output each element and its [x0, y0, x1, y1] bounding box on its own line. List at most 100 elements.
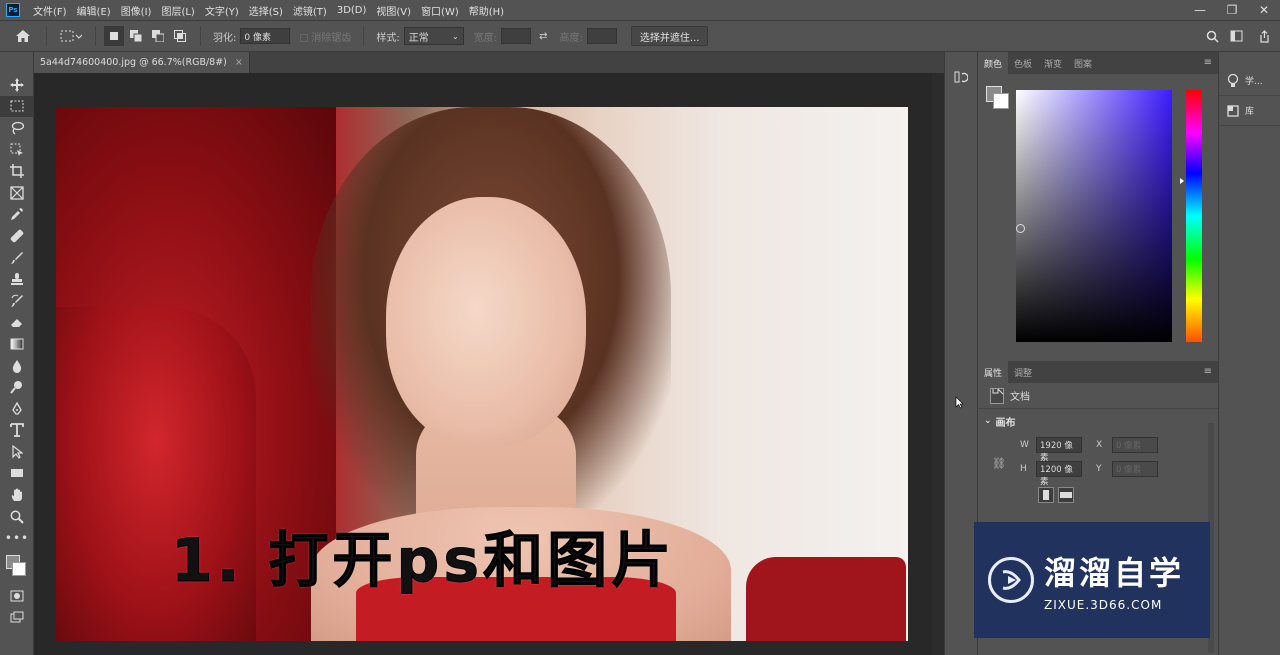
share-button[interactable] [1254, 26, 1274, 46]
gradient-tool[interactable] [0, 333, 34, 355]
select-and-mask-button[interactable]: 选择并遮住... [630, 26, 709, 46]
workspace-button[interactable] [1228, 26, 1248, 46]
canvas-y-input[interactable]: 0 像素 [1112, 461, 1158, 477]
sofa-right-shape [746, 557, 906, 641]
home-button[interactable] [8, 21, 38, 51]
add-selection-button[interactable] [126, 26, 146, 46]
color-panel-background-swatch[interactable] [993, 93, 1009, 109]
lasso-tool[interactable] [0, 117, 34, 139]
menu-window[interactable]: 窗口(W) [416, 3, 464, 18]
menu-layer[interactable]: 图层(L) [156, 3, 199, 18]
libraries-icon [1227, 104, 1239, 117]
background-color-swatch[interactable] [12, 562, 26, 577]
canvas-height-input[interactable]: 1200 像素 [1036, 461, 1082, 487]
edit-toolbar-button[interactable]: ••• [0, 527, 34, 549]
type-icon [10, 423, 24, 438]
portrait-button[interactable] [1038, 487, 1054, 503]
bandage-icon [10, 229, 24, 243]
menu-3d[interactable]: 3D(D) [332, 5, 372, 16]
color-field[interactable] [1016, 90, 1172, 342]
height-label: 高度: [559, 32, 583, 44]
menu-type[interactable]: 文字(Y) [200, 3, 244, 18]
intersect-selection-button[interactable] [170, 26, 190, 46]
height-input[interactable] [586, 28, 617, 44]
tab-color[interactable]: 颜色 [978, 52, 1009, 74]
dodge-icon [10, 381, 22, 394]
color-swatches[interactable] [0, 549, 34, 585]
tool-preset-picker[interactable] [55, 25, 87, 47]
history-panel-button[interactable] [950, 66, 972, 88]
close-button[interactable]: ✕ [1248, 0, 1280, 20]
swap-dimensions-icon[interactable]: ⇄ [539, 31, 547, 42]
rectangle-tool[interactable] [0, 463, 34, 485]
landscape-button[interactable] [1058, 487, 1074, 503]
document-tab[interactable]: 5a44d74600400.jpg @ 66.7%(RGB/8#) × [34, 52, 250, 73]
type-tool[interactable] [0, 420, 34, 442]
document-image[interactable]: 1. 打开ps和图片 [56, 107, 908, 641]
rect-marquee-tool[interactable] [0, 95, 34, 118]
canvas-section-header[interactable]: ⌄ 画布 [978, 409, 1218, 433]
object-selection-tool[interactable] [0, 139, 34, 161]
vertical-scrollbar[interactable] [932, 73, 944, 655]
new-selection-icon [110, 32, 118, 40]
tab-properties[interactable]: 属性 [978, 361, 1009, 383]
menu-file[interactable]: 文件(F) [28, 3, 72, 18]
history-brush-tool[interactable] [0, 290, 34, 312]
minimize-button[interactable]: — [1184, 0, 1216, 20]
width-input[interactable] [501, 28, 532, 44]
eyedropper-tool[interactable] [0, 204, 34, 226]
zoom-tool[interactable] [0, 506, 34, 528]
search-button[interactable] [1202, 26, 1222, 46]
hue-marker[interactable] [1180, 178, 1184, 184]
tab-adjustments[interactable]: 调整 [1008, 361, 1038, 383]
pen-tool[interactable] [0, 398, 34, 420]
hue-slider[interactable] [1186, 90, 1202, 342]
link-icon[interactable]: ⛓ [992, 457, 1006, 470]
panel-menu-icon[interactable]: ≡ [1204, 366, 1212, 377]
panel-menu-icon[interactable]: ≡ [1204, 57, 1212, 68]
history-brush-icon [11, 294, 23, 307]
eraser-tool[interactable] [0, 312, 34, 334]
learn-panel-button[interactable]: 学... [1219, 66, 1280, 96]
photoshop-logo: Ps [6, 3, 20, 17]
tab-swatches[interactable]: 色板 [1008, 52, 1038, 74]
menu-edit[interactable]: 编辑(E) [72, 3, 116, 18]
width-row: W 1920 像素 X 0 像素 [978, 433, 1218, 463]
blur-tool[interactable] [0, 355, 34, 377]
clone-stamp-tool[interactable] [0, 268, 34, 290]
color-picker-handle[interactable] [1016, 224, 1025, 233]
quick-mask-button[interactable] [0, 585, 34, 607]
menu-select[interactable]: 选择(S) [244, 3, 288, 18]
screen-mode-button[interactable] [0, 607, 34, 629]
divider [363, 26, 365, 46]
new-selection-button[interactable] [104, 26, 124, 46]
brush-tool[interactable] [0, 247, 34, 269]
share-icon [1259, 29, 1269, 43]
path-selection-tool[interactable] [0, 441, 34, 463]
canvas-x-input[interactable]: 0 像素 [1112, 437, 1158, 453]
tab-gradients[interactable]: 渐变 [1038, 52, 1068, 74]
menu-view[interactable]: 视图(V) [371, 3, 416, 18]
dodge-tool[interactable] [0, 376, 34, 398]
crop-tool[interactable] [0, 160, 34, 182]
libraries-panel-button[interactable]: 库 [1219, 96, 1280, 126]
portrait-icon [1043, 490, 1049, 500]
hand-tool[interactable] [0, 484, 34, 506]
frame-tool[interactable] [0, 182, 34, 204]
style-select[interactable]: 正常 ⌄ [403, 27, 464, 45]
menu-help[interactable]: 帮助(H) [464, 3, 509, 18]
canvas-width-input[interactable]: 1920 像素 [1036, 437, 1082, 463]
tab-patterns[interactable]: 图案 [1068, 52, 1098, 74]
mouse-cursor-icon [955, 396, 964, 409]
antialias-label: 消除锯齿 [311, 32, 352, 44]
feather-input[interactable]: 0 像素 [240, 28, 291, 44]
restore-button[interactable]: ❐ [1216, 0, 1248, 20]
menu-image[interactable]: 图像(I) [116, 3, 157, 18]
menu-filter[interactable]: 滤镜(T) [288, 3, 332, 18]
close-icon[interactable]: × [235, 57, 243, 68]
healing-brush-tool[interactable] [0, 225, 34, 247]
canvas-background[interactable]: 1. 打开ps和图片 [34, 73, 944, 655]
antialias-checkbox-label[interactable]: 消除锯齿 [300, 29, 351, 44]
move-tool[interactable] [0, 74, 34, 96]
subtract-selection-button[interactable] [148, 26, 168, 46]
